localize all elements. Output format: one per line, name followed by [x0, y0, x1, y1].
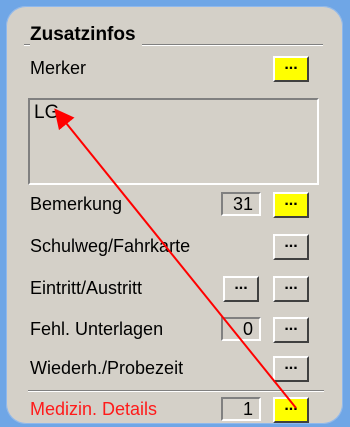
annotation-arrow — [54, 108, 297, 409]
